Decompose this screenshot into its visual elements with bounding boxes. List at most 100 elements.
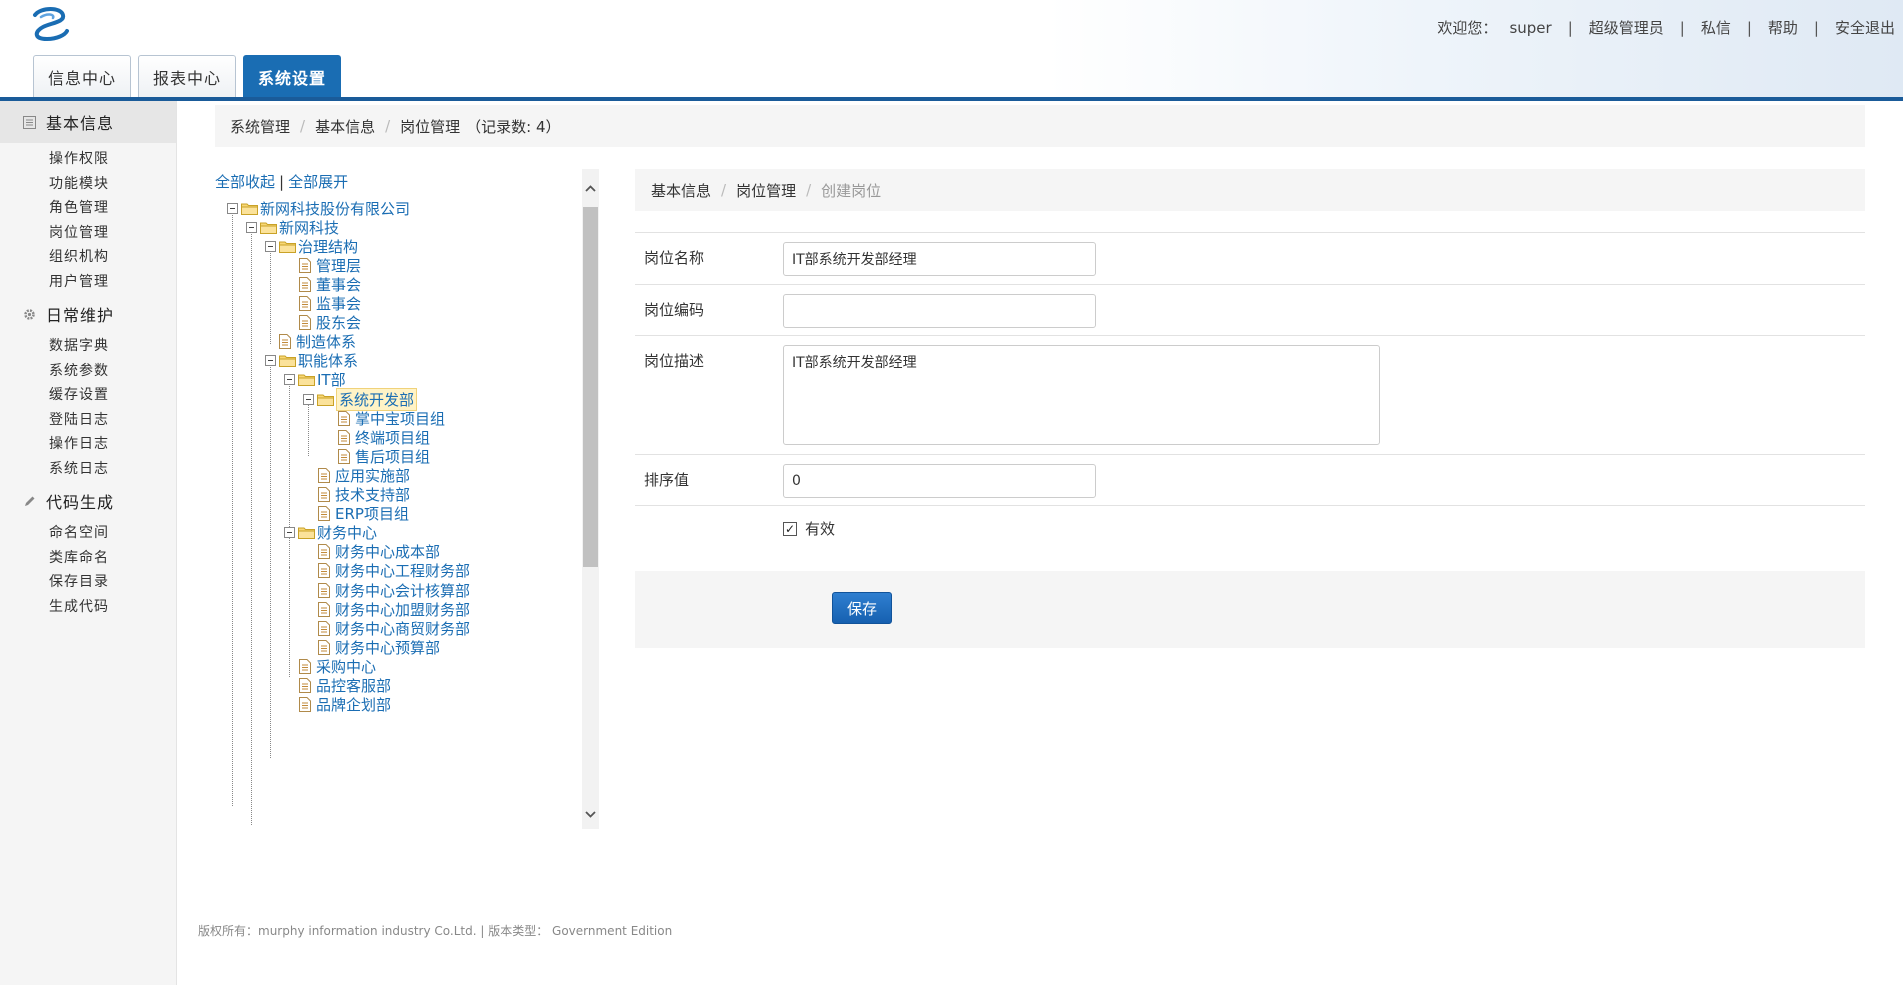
divider: | xyxy=(279,173,285,191)
breadcrumb-current: 创建岗位 xyxy=(821,181,882,200)
document-icon xyxy=(318,601,335,617)
sidebar-item-class-naming[interactable]: 类库命名 xyxy=(0,546,176,571)
divider: | xyxy=(1813,18,1819,37)
sort-order-input[interactable] xyxy=(783,464,1096,498)
tree-leaf-node[interactable]: 品牌企划部 xyxy=(299,694,391,716)
gear-icon xyxy=(22,307,36,321)
sidebar-item-modules[interactable]: 功能模块 xyxy=(0,172,176,197)
position-code-input[interactable] xyxy=(783,294,1096,328)
valid-checkbox-wrap: ✓ 有效 xyxy=(783,518,835,539)
sidebar-item-users[interactable]: 用户管理 xyxy=(0,270,176,295)
collapse-all-link[interactable]: 全部收起 xyxy=(215,173,275,191)
document-icon xyxy=(318,487,335,502)
breadcrumb-separator: / xyxy=(806,181,812,199)
sidebar-item-generate-code[interactable]: 生成代码 xyxy=(0,595,176,620)
collapse-toggle-icon[interactable] xyxy=(265,240,276,252)
breadcrumb-item[interactable]: 基本信息 xyxy=(315,116,375,137)
tree-guide-line xyxy=(251,225,252,825)
sidebar-group-basic-info[interactable]: 基本信息 xyxy=(0,101,176,143)
divider: | xyxy=(1746,18,1752,37)
tab-system-settings[interactable]: 系统设置 xyxy=(243,55,342,98)
scroll-down-icon[interactable] xyxy=(582,805,599,823)
sidebar-group-maintenance[interactable]: 日常维护 xyxy=(0,294,176,334)
footer: 版权所有：murphy information industry Co.Ltd.… xyxy=(198,924,673,938)
position-name-input[interactable] xyxy=(783,242,1096,276)
messages-link[interactable]: 私信 xyxy=(1701,17,1731,38)
tree-guide-line xyxy=(270,244,271,344)
document-icon xyxy=(299,678,316,693)
username: super xyxy=(1509,18,1552,37)
collapse-toggle-icon[interactable] xyxy=(246,221,257,233)
breadcrumb-item[interactable]: 系统管理 xyxy=(230,116,290,137)
sort-order-label: 排序值 xyxy=(644,471,690,489)
breadcrumb-separator: / xyxy=(385,117,391,135)
main-tabs: 信息中心 报表中心 系统设置 xyxy=(33,55,348,98)
logout-link[interactable]: 安全退出 xyxy=(1835,17,1895,38)
sidebar-item-permissions[interactable]: 操作权限 xyxy=(0,147,176,172)
sidebar-item-system-log[interactable]: 系统日志 xyxy=(0,457,176,482)
collapse-toggle-icon[interactable] xyxy=(265,355,276,367)
help-link[interactable]: 帮助 xyxy=(1768,17,1798,38)
breadcrumb-separator: / xyxy=(300,117,306,135)
document-icon xyxy=(299,315,316,331)
folder-icon xyxy=(241,202,260,215)
sidebar-item-dictionary[interactable]: 数据字典 xyxy=(0,334,176,359)
valid-checkbox[interactable]: ✓ xyxy=(783,521,797,536)
document-icon xyxy=(299,296,316,311)
form-actions: 保存 xyxy=(635,571,1865,648)
sidebar-item-organization[interactable]: 组织机构 xyxy=(0,245,176,270)
breadcrumb-item[interactable]: 岗位管理 xyxy=(736,180,796,201)
welcome-text: 欢迎您： xyxy=(1437,19,1498,37)
tree-guide-line xyxy=(232,206,233,806)
logo-icon xyxy=(33,7,69,42)
position-name-label: 岗位名称 xyxy=(644,249,705,267)
document-icon xyxy=(318,467,335,483)
breadcrumb-item: 岗位管理 xyxy=(400,117,461,136)
record-count: （记录数: 4） xyxy=(466,117,561,136)
valid-label: 有效 xyxy=(805,520,836,538)
divider: | xyxy=(1679,18,1685,37)
sidebar-item-positions[interactable]: 岗位管理 xyxy=(0,221,176,246)
tree-actions: 全部收起 | 全部展开 xyxy=(215,171,348,192)
sidebar-item-save-dir[interactable]: 保存目录 xyxy=(0,570,176,595)
sidebar-item-params[interactable]: 系统参数 xyxy=(0,359,176,384)
tab-info-center[interactable]: 信息中心 xyxy=(33,55,132,98)
document-icon xyxy=(318,563,335,579)
document-icon xyxy=(299,658,316,674)
expand-all-link[interactable]: 全部展开 xyxy=(288,173,348,191)
position-desc-textarea[interactable]: IT部系统开发部经理 xyxy=(783,345,1380,445)
folder-icon xyxy=(317,393,336,406)
collapse-toggle-icon[interactable] xyxy=(284,527,295,539)
sidebar-item-namespace[interactable]: 命名空间 xyxy=(0,521,176,546)
breadcrumb: 系统管理 / 基本信息 / 岗位管理 （记录数: 4） xyxy=(215,105,1865,147)
form-row-valid: ✓ 有效 xyxy=(635,506,1865,556)
position-code-label: 岗位编码 xyxy=(644,301,705,319)
document-icon xyxy=(279,334,296,350)
collapse-toggle-icon[interactable] xyxy=(227,202,238,214)
form-table: 岗位名称 岗位编码 岗位描述 IT部系统开发部经理 排序值 ✓ 有效 xyxy=(635,232,1865,556)
sidebar-item-operation-log[interactable]: 操作日志 xyxy=(0,432,176,457)
sidebar-item-login-log[interactable]: 登陆日志 xyxy=(0,408,176,433)
collapse-toggle-icon[interactable] xyxy=(284,374,295,386)
sidebar-item-roles[interactable]: 角色管理 xyxy=(0,196,176,221)
form-row-order: 排序值 xyxy=(635,455,1865,506)
scroll-up-icon[interactable] xyxy=(582,179,599,197)
main-content: 系统管理 / 基本信息 / 岗位管理 （记录数: 4） 全部收起 | 全部展开 新网… xyxy=(177,101,1903,985)
document-icon xyxy=(299,697,316,713)
scrollbar-thumb[interactable] xyxy=(583,207,598,567)
document-icon xyxy=(318,506,335,522)
position-desc-label: 岗位描述 xyxy=(644,352,705,370)
document-icon xyxy=(299,257,316,273)
tab-report-center[interactable]: 报表中心 xyxy=(138,55,237,98)
sidebar-group-label: 代码生成 xyxy=(46,493,115,512)
role-link[interactable]: 超级管理员 xyxy=(1589,17,1664,38)
sidebar-item-cache[interactable]: 缓存设置 xyxy=(0,383,176,408)
sidebar-group-label: 基本信息 xyxy=(46,114,115,133)
save-button[interactable]: 保存 xyxy=(832,592,892,624)
sidebar-group-codegen[interactable]: 代码生成 xyxy=(0,481,176,521)
tree-guide-line xyxy=(289,567,290,657)
form-row-name: 岗位名称 xyxy=(635,233,1865,285)
collapse-toggle-icon[interactable] xyxy=(303,393,314,405)
tree-scrollbar[interactable] xyxy=(582,169,599,829)
breadcrumb-item[interactable]: 基本信息 xyxy=(651,180,711,201)
